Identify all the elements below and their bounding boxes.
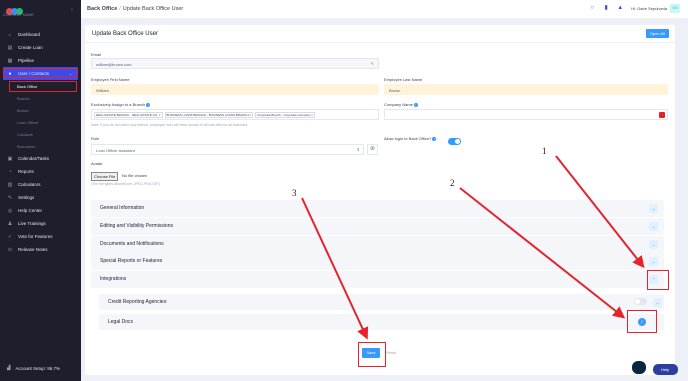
arrow-3 [301,197,369,340]
annotation-arrows [301,155,645,340]
arrow-2 [459,187,626,319]
arrow-1 [555,155,645,269]
